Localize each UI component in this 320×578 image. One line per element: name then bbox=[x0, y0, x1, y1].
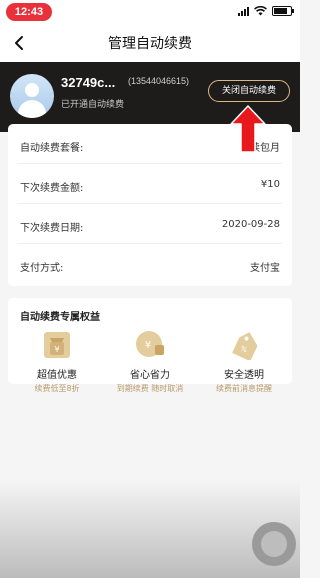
benefit-item-transparency: % 安全透明 续费前消息提醒 bbox=[199, 328, 289, 394]
back-chevron-icon[interactable] bbox=[10, 33, 30, 53]
money-bag-icon: ¥ bbox=[44, 332, 70, 358]
benefit-desc: 续费低至8折 bbox=[34, 384, 80, 393]
benefit-item-convenience: ¥ 省心省力 到期续费 随时取消 bbox=[105, 328, 195, 394]
status-bar: 12:43 bbox=[0, 0, 300, 24]
info-label: 支付方式: bbox=[20, 263, 64, 274]
info-row-payment: 支付方式: 支付宝 bbox=[18, 244, 282, 284]
benefits-title: 自动续费专属权益 bbox=[20, 312, 100, 323]
status-icons bbox=[238, 6, 294, 16]
benefits-card: 自动续费专属权益 ¥ 超值优惠 续费低至8折 ¥ 省心省力 到期续费 随时取消 … bbox=[8, 298, 292, 393]
info-row-amount: 下次续费金额: ¥10 bbox=[18, 164, 282, 204]
info-row-date: 下次续费日期: 2020-09-28 bbox=[18, 204, 282, 244]
coin-wallet-icon: ¥ bbox=[136, 331, 164, 357]
signal-icon bbox=[238, 6, 249, 16]
user-phone: (13544046615) bbox=[128, 76, 190, 86]
wifi-icon bbox=[254, 6, 267, 16]
info-value: 支付宝 bbox=[250, 263, 280, 274]
price-tag-icon: % bbox=[232, 332, 258, 362]
info-value: ¥10 bbox=[260, 179, 280, 190]
username: 32749c... bbox=[61, 75, 116, 90]
bottom-gradient bbox=[0, 480, 300, 578]
benefit-name: 安全透明 bbox=[224, 370, 264, 381]
status-time: 12:43 bbox=[6, 3, 52, 21]
benefit-item-discount: ¥ 超值优惠 续费低至8折 bbox=[12, 328, 102, 394]
page-title: 管理自动续费 bbox=[108, 36, 192, 52]
battery-icon bbox=[272, 6, 294, 16]
svg-text:¥: ¥ bbox=[145, 340, 151, 351]
benefit-name: 省心省力 bbox=[130, 370, 170, 381]
nav-bar: 管理自动续费 bbox=[0, 24, 300, 62]
svg-text:¥: ¥ bbox=[54, 345, 59, 354]
info-label: 下次续费日期: bbox=[20, 223, 84, 234]
subscription-status: 已开通自动续费 bbox=[61, 100, 125, 110]
info-value: 2020-09-28 bbox=[221, 219, 280, 230]
floating-assistive-button[interactable] bbox=[252, 522, 296, 566]
benefit-name: 超值优惠 bbox=[37, 370, 77, 381]
info-label: 自动续费套餐: bbox=[20, 143, 84, 154]
red-up-arrow-icon bbox=[230, 105, 266, 153]
benefit-desc: 续费前消息提醒 bbox=[216, 384, 272, 393]
info-label: 下次续费金额: bbox=[20, 183, 84, 194]
close-auto-renew-button[interactable]: 关闭自动续费 bbox=[208, 80, 290, 102]
benefit-desc: 到期续费 随时取消 bbox=[116, 384, 184, 393]
avatar bbox=[10, 74, 54, 118]
